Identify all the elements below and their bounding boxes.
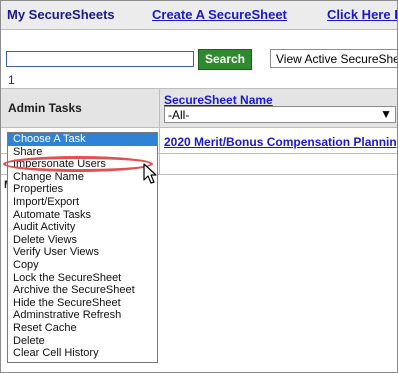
nav-create-securesheet[interactable]: Create A SecureSheet [152, 7, 287, 22]
mouse-pointer-icon [143, 163, 157, 184]
task-option-delete-views[interactable]: Delete Views [8, 234, 157, 247]
task-option-change-name[interactable]: Change Name [8, 171, 157, 184]
search-input[interactable] [6, 51, 194, 67]
task-option-audit-activity[interactable]: Audit Activity [8, 221, 157, 234]
task-option-automate-tasks[interactable]: Automate Tasks [8, 209, 157, 222]
securesheet-link[interactable]: 2020 Merit/Bonus Compensation Planning [164, 135, 397, 149]
task-option-import-export[interactable]: Import/Export [8, 196, 157, 209]
task-option-choose-a-task[interactable]: Choose A Task [8, 133, 157, 146]
securesheets-window: My SecureSheets Create A SecureSheet Cli… [0, 0, 398, 373]
name-filter-value: -All- [168, 108, 190, 122]
task-option-verify-user-views[interactable]: Verify User Views [8, 246, 157, 259]
task-option-administrative-refresh[interactable]: Adminstrative Refresh [8, 309, 157, 322]
view-filter-select[interactable]: View Active SecureSheets [270, 49, 397, 68]
task-option-delete[interactable]: Delete [8, 335, 157, 348]
nav-click-here[interactable]: Click Here I [327, 7, 397, 22]
nav-my-securesheets[interactable]: My SecureSheets [7, 7, 115, 22]
task-option-reset-cache[interactable]: Reset Cache [8, 322, 157, 335]
task-option-properties[interactable]: Properties [8, 183, 157, 196]
page-number-link[interactable]: 1 [8, 73, 15, 87]
search-button[interactable]: Search [198, 49, 252, 70]
column-divider [159, 88, 160, 174]
task-option-lock[interactable]: Lock the SecureSheet [8, 272, 157, 285]
task-option-archive[interactable]: Archive the SecureSheet [8, 284, 157, 297]
task-option-copy[interactable]: Copy [8, 259, 157, 272]
name-filter-select[interactable]: -All- ▼ [164, 106, 396, 123]
securesheet-name-header[interactable]: SecureSheet Name [164, 93, 273, 107]
admin-tasks-header: Admin Tasks [8, 101, 82, 115]
chevron-down-icon: ▼ [380, 107, 392, 121]
task-option-hide[interactable]: Hide the SecureSheet [8, 297, 157, 310]
task-option-clear-cell-history[interactable]: Clear Cell History [8, 347, 157, 360]
highlight-oval [3, 156, 153, 172]
top-navigation: My SecureSheets Create A SecureSheet Cli… [1, 1, 397, 30]
